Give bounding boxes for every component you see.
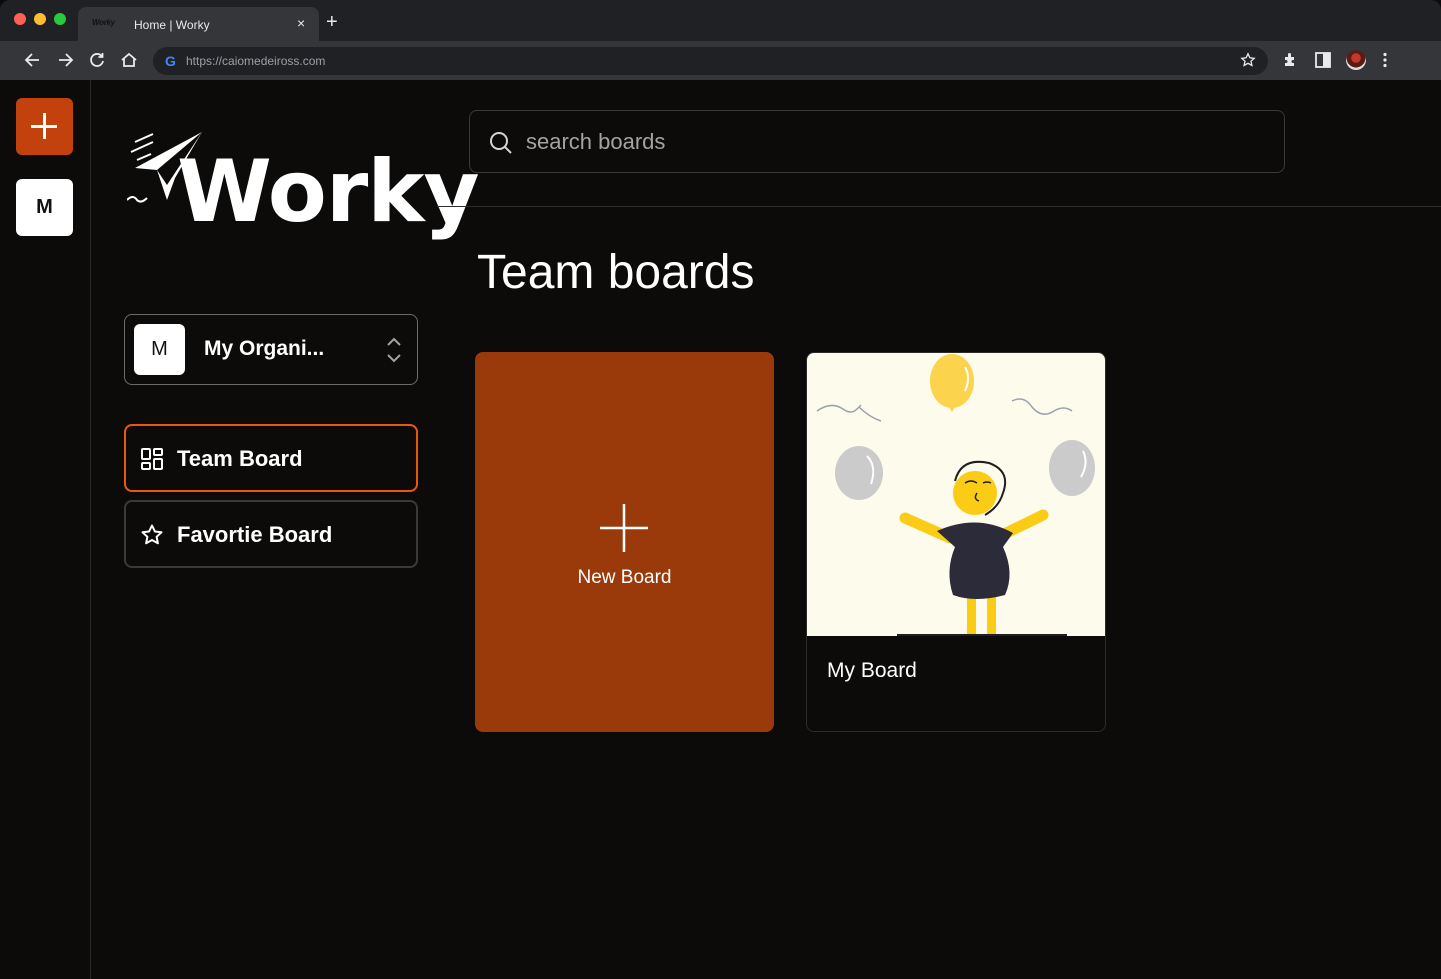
page-title: Team boards xyxy=(477,246,755,299)
tab-title: Home | Worky xyxy=(134,18,210,32)
star-icon xyxy=(141,524,163,545)
home-icon[interactable] xyxy=(119,50,139,70)
sidebar: Worky M My Organi... Team Board Favortie… xyxy=(92,80,480,979)
board-illustration xyxy=(807,353,1105,637)
search-box[interactable] xyxy=(469,110,1285,173)
main-content: Team boards New Board xyxy=(437,80,1441,979)
nav-team-board-button[interactable]: Team Board xyxy=(124,424,418,492)
more-menu-icon[interactable] xyxy=(1376,51,1394,69)
organization-rail: M xyxy=(0,80,91,979)
add-organization-button[interactable] xyxy=(16,98,73,155)
forward-arrow-icon[interactable] xyxy=(55,50,75,70)
nav-favorite-board-label: Favortie Board xyxy=(177,522,333,547)
org-name: My Organi... xyxy=(204,337,325,360)
new-board-label: New Board xyxy=(577,567,672,588)
browser-window: Worky Home | Worky × + G https://caiomed… xyxy=(0,0,1441,979)
search-input[interactable] xyxy=(526,119,1266,165)
back-arrow-icon[interactable] xyxy=(23,50,43,70)
address-bar[interactable]: G https://caiomedeiross.com xyxy=(153,47,1268,75)
extensions-icon[interactable] xyxy=(1282,51,1300,69)
search-icon xyxy=(490,132,512,154)
url-text[interactable]: https://caiomedeiross.com xyxy=(186,54,325,68)
tab-favicon: Worky xyxy=(92,18,115,27)
board-card[interactable]: My Board xyxy=(806,352,1106,732)
close-window-button[interactable] xyxy=(14,13,26,25)
google-icon: G xyxy=(165,53,176,69)
maximize-window-button[interactable] xyxy=(54,13,66,25)
board-name: My Board xyxy=(827,659,917,682)
browser-tabstrip: Worky Home | Worky × + xyxy=(0,0,1441,41)
minimize-window-button[interactable] xyxy=(34,13,46,25)
org-avatar: M xyxy=(134,324,185,375)
new-board-card[interactable]: New Board xyxy=(475,352,774,732)
celebration-illustration xyxy=(816,354,1095,637)
organization-switcher-m[interactable]: M xyxy=(16,179,73,236)
organization-select[interactable]: M My Organi... xyxy=(124,314,418,385)
nav-team-board-label: Team Board xyxy=(177,446,303,471)
bookmark-star-icon[interactable] xyxy=(1240,52,1256,68)
browser-tab[interactable]: Worky Home | Worky × xyxy=(78,7,319,41)
grid-icon xyxy=(141,448,163,470)
worky-logo[interactable]: Worky xyxy=(127,130,480,245)
plus-icon xyxy=(600,504,648,552)
reload-icon[interactable] xyxy=(87,50,107,70)
side-panel-icon[interactable] xyxy=(1314,51,1332,69)
nav-favorite-board-button[interactable]: Favortie Board xyxy=(124,500,418,568)
chevron-up-down-icon xyxy=(387,337,401,363)
new-tab-button[interactable]: + xyxy=(326,12,338,32)
logo-text: Worky xyxy=(177,142,480,242)
profile-avatar[interactable] xyxy=(1346,50,1366,70)
browser-toolbar: G https://caiomedeiross.com xyxy=(0,41,1441,80)
tab-close-icon[interactable]: × xyxy=(297,15,305,31)
header-divider xyxy=(437,206,1441,207)
